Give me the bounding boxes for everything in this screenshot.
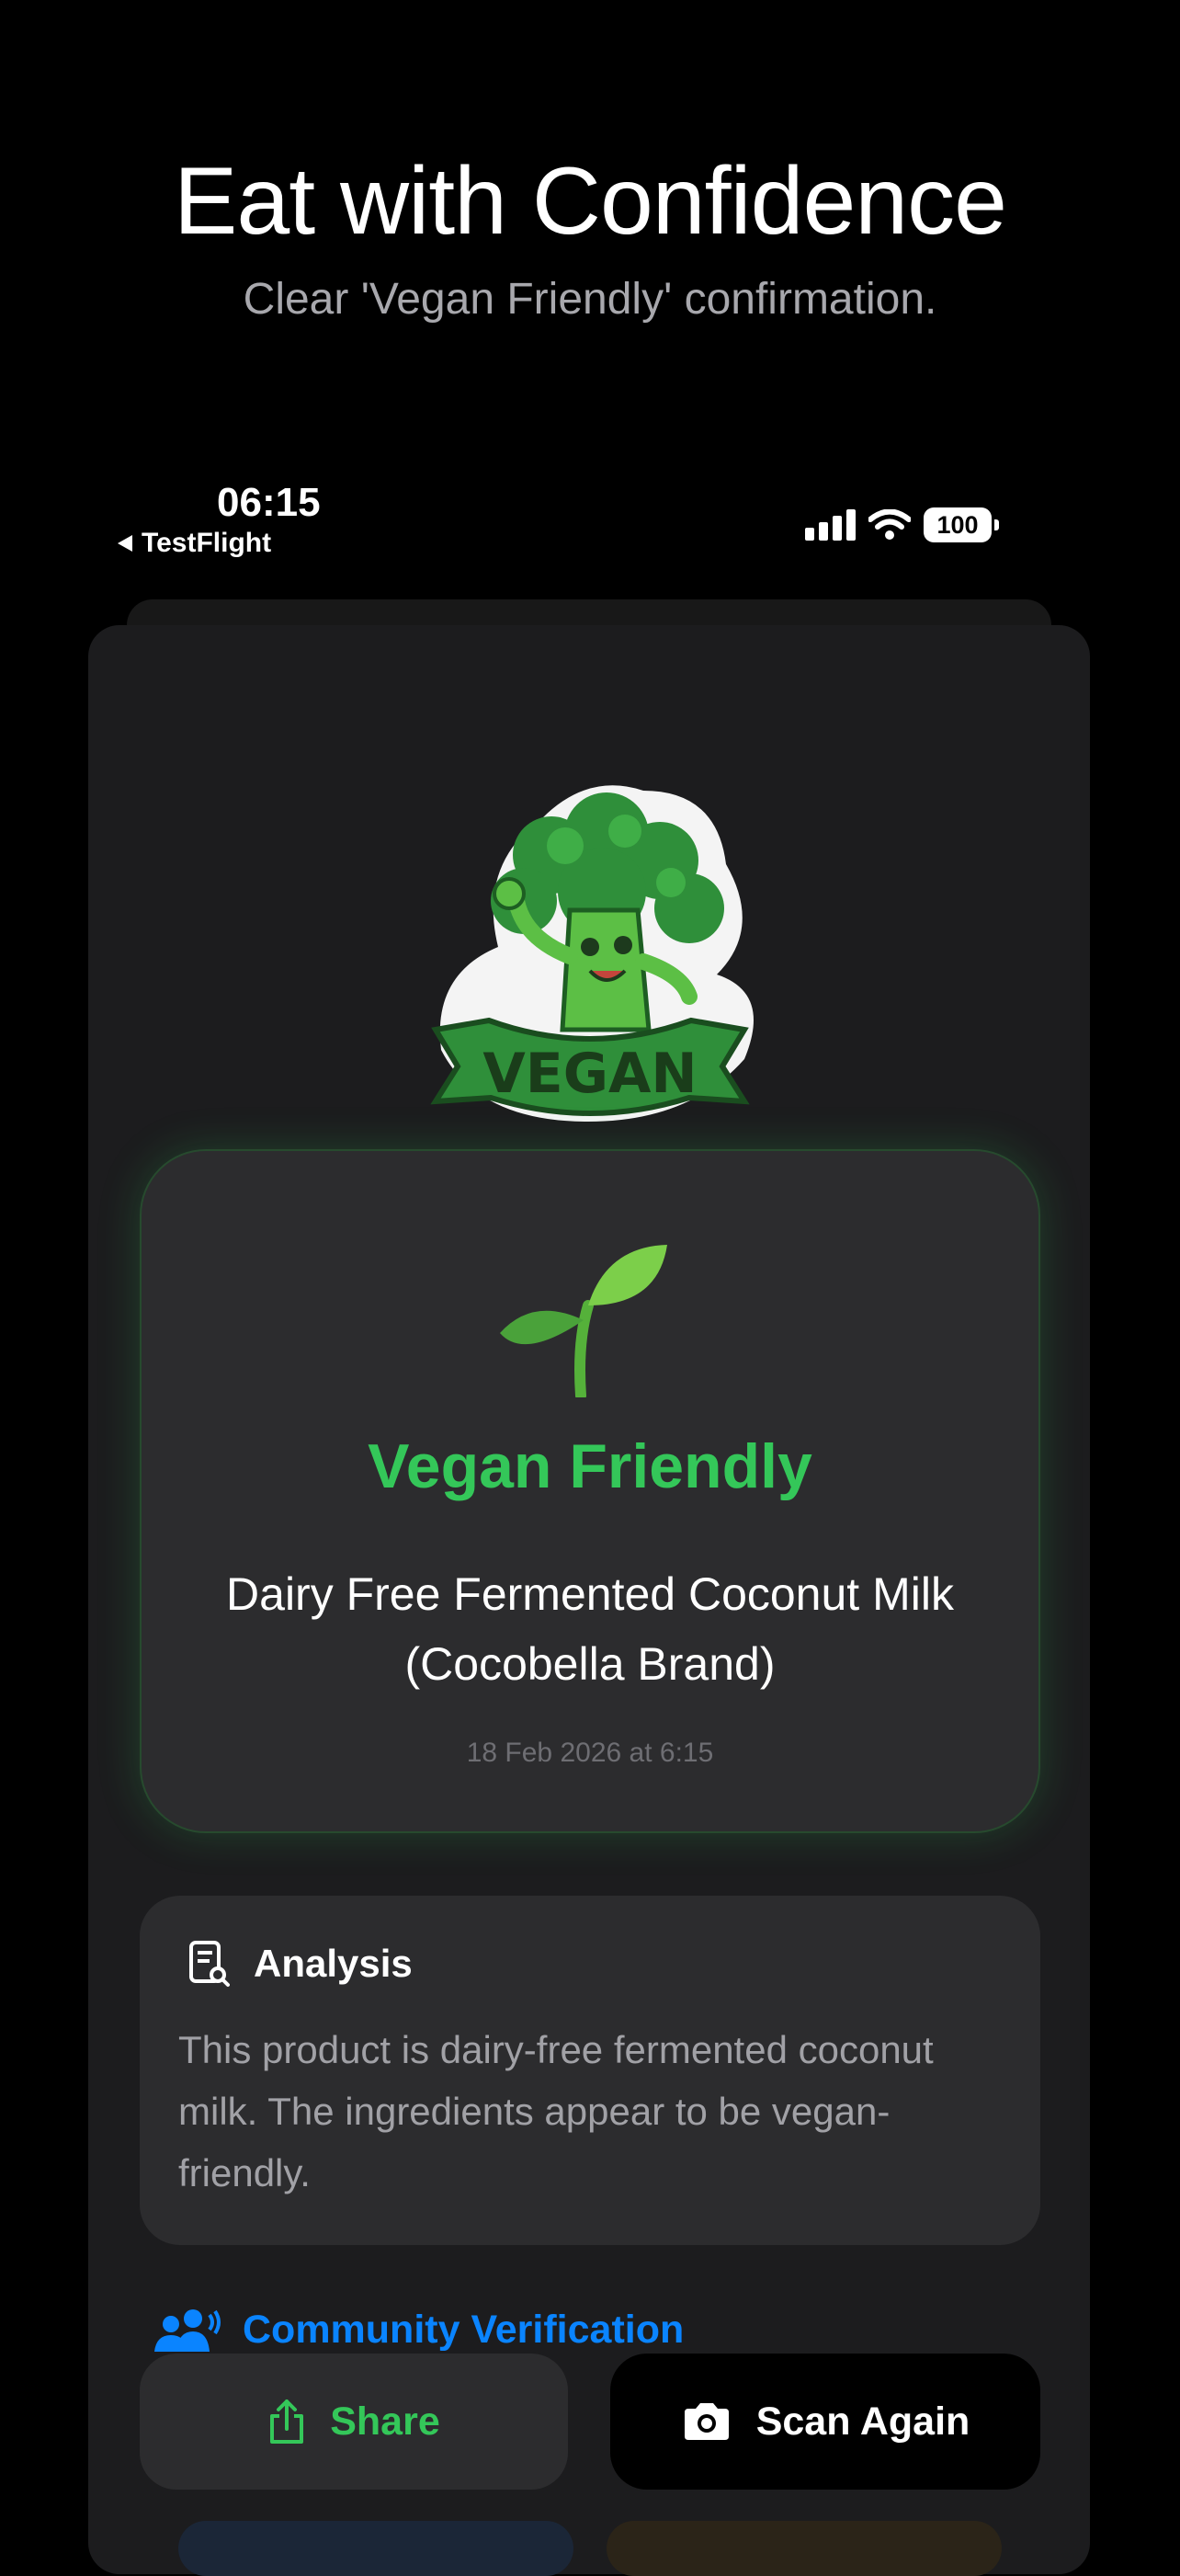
status-title: Vegan Friendly: [368, 1431, 812, 1501]
secondary-button-peek[interactable]: [607, 2521, 1002, 2576]
svg-text:VEGAN: VEGAN: [482, 1042, 697, 1106]
community-verification-link[interactable]: Community Verification: [243, 2308, 684, 2353]
analysis-document-icon: [189, 1941, 230, 1987]
wifi-icon: [868, 509, 911, 540]
sprout-icon: [500, 1245, 667, 1397]
vegan-mascot-sticker: VEGAN: [430, 785, 754, 1122]
battery-icon: 100: [924, 507, 999, 542]
back-app-label: TestFlight: [142, 528, 272, 558]
signal-icon: [805, 509, 856, 541]
status-icons: 100: [805, 507, 999, 542]
product-name: Dairy Free Fermented Coconut Milk (Cocob…: [226, 1568, 954, 1690]
share-button[interactable]: Share: [140, 2354, 568, 2490]
share-icon: [270, 2399, 304, 2444]
marketing-subheadline: Clear 'Vegan Friendly' confirmation.: [243, 275, 937, 324]
scan-date: 18 Feb 2026 at 6:15: [466, 1738, 714, 1768]
scan-again-label: Scan Again: [755, 2399, 970, 2444]
scan-again-button[interactable]: Scan Again: [610, 2354, 1040, 2490]
back-arrow-icon: [118, 535, 132, 552]
share-label: Share: [330, 2399, 440, 2444]
community-users-icon[interactable]: [153, 2308, 222, 2354]
back-to-app-link[interactable]: TestFlight: [118, 528, 271, 559]
marketing-headline: Eat with Confidence: [174, 148, 1007, 255]
secondary-button-peek[interactable]: [178, 2521, 573, 2576]
camera-icon: [684, 2403, 729, 2440]
analysis-title: Analysis: [254, 1942, 413, 1985]
status-time: 06:15: [217, 480, 321, 525]
analysis-text: This product is dairy-free fermented coc…: [178, 2028, 934, 2194]
